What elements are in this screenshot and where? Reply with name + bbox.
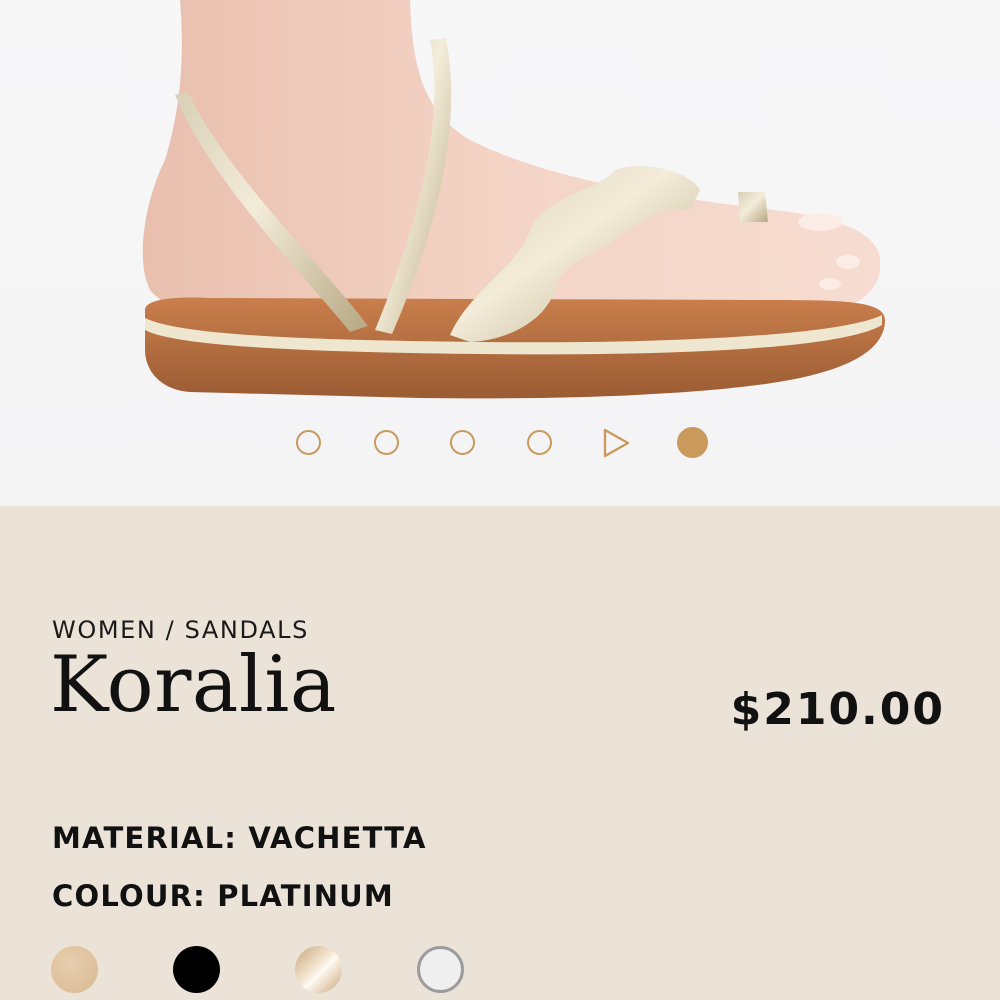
swatch-black[interactable]: [173, 946, 220, 993]
product-info-panel: WOMEN / SANDALS Koralia $210.00 MATERIAL…: [0, 506, 1000, 1000]
swatch-platinum[interactable]: [417, 946, 464, 993]
gallery-dot-2[interactable]: [374, 430, 399, 455]
colour-label: COLOUR: PLATINUM: [52, 879, 394, 913]
gallery-dot-6[interactable]: [677, 427, 708, 458]
material-label: MATERIAL: VACHETTA: [52, 821, 427, 855]
gallery-dot-3[interactable]: [450, 430, 475, 455]
swatch-gold-metallic[interactable]: [295, 946, 342, 993]
swatch-tan[interactable]: [51, 946, 98, 993]
gallery-pagination: [0, 427, 1000, 461]
product-price: $210.00: [730, 684, 945, 735]
product-title: Koralia: [50, 640, 337, 730]
product-image-gallery[interactable]: [0, 0, 1000, 506]
play-video-icon[interactable]: [600, 427, 632, 459]
gallery-dot-1[interactable]: [296, 430, 321, 455]
gallery-dot-4[interactable]: [527, 430, 552, 455]
